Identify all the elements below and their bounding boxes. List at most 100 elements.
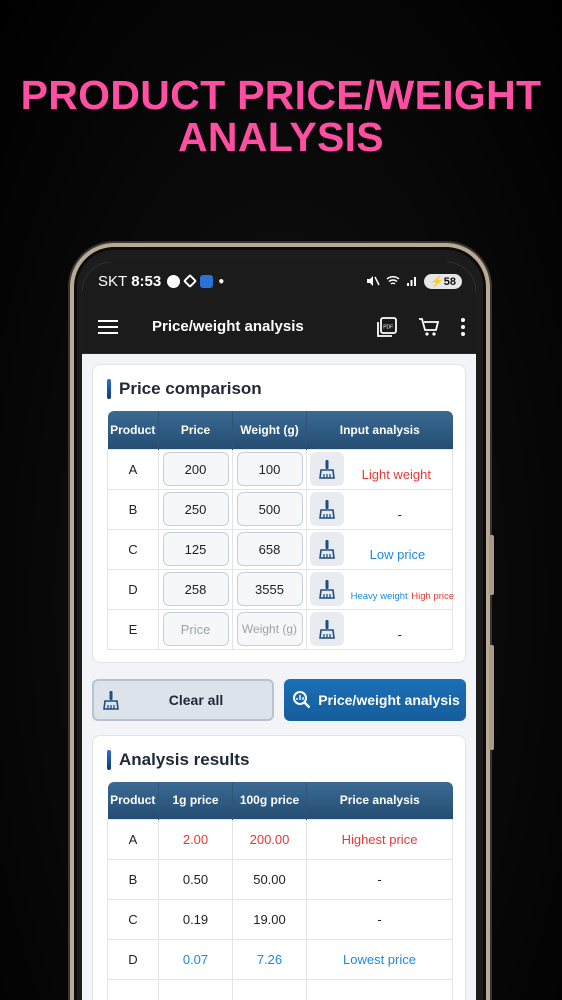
chat-icon <box>167 274 181 288</box>
column-header: 100g price <box>232 781 307 820</box>
price-cell: 200 <box>158 448 233 490</box>
analyze-label: Price/weight analysis <box>318 691 460 708</box>
price-input[interactable]: 258 <box>162 572 229 606</box>
promo-headline-line2: ANALYSIS <box>178 114 384 160</box>
product-cell: B <box>107 859 159 900</box>
phone-side-button <box>489 645 494 750</box>
table-row: B 0.50 50.00 - <box>107 859 453 900</box>
price-cell: 258 <box>158 568 233 610</box>
input-analysis-text: - <box>397 627 402 642</box>
price-cell: Price <box>158 608 233 650</box>
broom-icon <box>319 540 335 559</box>
product-cell: C <box>107 528 159 570</box>
price-analysis-cell <box>306 979 453 1000</box>
product-cell: E <box>107 608 159 650</box>
clear-row-button[interactable] <box>310 612 344 646</box>
analysis-results-title: Analysis results <box>107 749 451 770</box>
more-vert-icon[interactable] <box>460 317 466 337</box>
price-per-100g-cell <box>232 979 307 1000</box>
analysis-results-card: Analysis results Product 1g price 100g p… <box>92 734 466 1000</box>
pdf-icon[interactable]: PDF <box>376 316 398 338</box>
product-cell: D <box>107 568 159 610</box>
price-per-gram-cell: 2.00 <box>158 819 233 860</box>
battery-level: 58 <box>443 275 456 288</box>
price-per-100g-cell: 19.00 <box>232 899 307 940</box>
title-accent-bar <box>107 379 111 399</box>
price-input[interactable]: Price <box>162 612 229 646</box>
signal-icon <box>407 277 417 286</box>
broom-icon <box>319 620 335 639</box>
price-comparison-table: Product Price Weight (g) Input analysis … <box>107 411 455 650</box>
price-per-gram-cell: 0.50 <box>158 859 233 900</box>
table-row: C 125 658 Low price <box>107 528 453 570</box>
table-header-row: Product 1g price 100g price Price analys… <box>107 781 453 820</box>
analysis-search-icon <box>293 690 311 708</box>
clock: 8:53 <box>131 272 162 290</box>
clear-all-button[interactable]: Clear all <box>92 678 275 721</box>
menu-icon[interactable] <box>98 319 118 335</box>
app-icon <box>200 274 214 288</box>
column-header: Input analysis <box>306 411 453 449</box>
price-input[interactable]: 200 <box>162 452 229 486</box>
price-input[interactable]: 250 <box>162 492 229 526</box>
price-analysis-cell: - <box>306 859 453 900</box>
price-analysis-cell: Highest price <box>306 819 453 860</box>
action-buttons: Clear all Price/weight analysis <box>92 678 466 721</box>
table-row: B 250 500 - <box>107 488 453 530</box>
clear-row-button[interactable] <box>310 572 344 606</box>
mute-icon <box>367 276 380 286</box>
weight-input[interactable]: 500 <box>236 492 303 526</box>
phone-screen: SKT 8:53 ● ⚡58 Price/weight analysis PDF <box>82 262 476 1000</box>
weight-input[interactable]: 3555 <box>236 572 303 606</box>
analyze-button[interactable]: Price/weight analysis <box>284 678 466 721</box>
cart-icon[interactable] <box>418 316 440 338</box>
clear-all-label: Clear all <box>168 691 224 708</box>
product-cell: C <box>107 899 159 940</box>
weight-input[interactable]: Weight (g) <box>236 612 303 646</box>
table-row <box>107 979 453 1000</box>
phone-side-button <box>489 535 494 595</box>
column-header: Price <box>158 411 233 449</box>
table-row: A 200 100 Light weight <box>107 448 453 490</box>
broom-icon <box>319 500 335 519</box>
title-accent-bar <box>107 749 111 770</box>
price-per-gram-cell: 0.07 <box>158 939 233 980</box>
price-analysis-cell: Lowest price <box>306 939 453 980</box>
app-title: Price/weight analysis <box>152 318 304 335</box>
weight-input[interactable]: 100 <box>236 452 303 486</box>
weight-cell: 3555 <box>232 568 307 610</box>
promo-headline-line1: PRODUCT PRICE/WEIGHT <box>20 72 542 118</box>
carrier-label: SKT <box>98 272 128 290</box>
price-cell: 250 <box>158 488 233 530</box>
clear-row-button[interactable] <box>310 452 344 486</box>
input-analysis-text: Low price <box>369 547 426 562</box>
wifi-icon <box>386 275 400 285</box>
clear-row-button[interactable] <box>310 492 344 526</box>
broom-icon <box>319 580 335 599</box>
product-cell: A <box>107 819 159 860</box>
input-analysis-text: - <box>397 507 402 522</box>
broom-icon <box>103 690 119 710</box>
weight-cell: 500 <box>232 488 307 530</box>
column-header: Weight (g) <box>232 411 307 449</box>
table-header-row: Product Price Weight (g) Input analysis <box>107 411 453 449</box>
promo-headline: PRODUCT PRICE/WEIGHT ANALYSIS <box>0 74 562 158</box>
battery-indicator: ⚡58 <box>424 273 462 289</box>
price-cell: 125 <box>158 528 233 570</box>
price-per-gram-cell <box>158 979 233 1000</box>
weight-input[interactable]: 658 <box>236 532 303 566</box>
price-per-100g-cell: 50.00 <box>232 859 307 900</box>
diamond-icon <box>183 273 198 289</box>
product-cell <box>107 979 159 1000</box>
main-content: Price comparison Product Price Weight (g… <box>82 354 476 1000</box>
table-row: E Price Weight (g) - <box>107 608 453 650</box>
price-per-gram-cell: 0.19 <box>158 899 233 940</box>
price-input[interactable]: 125 <box>162 532 229 566</box>
analysis-cell: - <box>306 608 453 650</box>
column-header: Price analysis <box>306 781 453 820</box>
input-analysis-text-secondary: High price <box>411 591 455 602</box>
table-row: A 2.00 200.00 Highest price <box>107 819 453 860</box>
section-title-text: Price comparison <box>119 379 262 398</box>
more-dot-icon: ● <box>218 275 225 287</box>
clear-row-button[interactable] <box>310 532 344 566</box>
